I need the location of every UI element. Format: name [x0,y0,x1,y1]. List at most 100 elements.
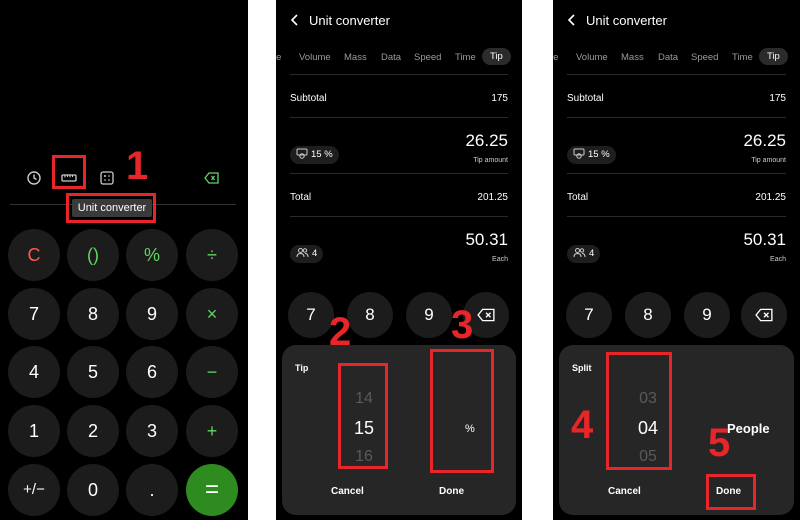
each-label: Each [770,256,786,263]
decimal-button[interactable]: . [126,464,178,516]
total-label: Total [290,192,312,203]
sheet-title: Tip [295,363,309,373]
calculator-icon[interactable] [99,170,115,186]
people-icon [573,248,586,258]
annotation-number: 1 [126,144,149,188]
tip-percent-chip[interactable]: 15 % [290,146,339,164]
key-0[interactable]: 0 [67,464,119,516]
backspace-icon [755,308,773,322]
split-picker-sheet: Split 03 04 05 People Cancel Done [559,345,794,515]
divider [290,173,508,174]
tab-volume[interactable]: Volume [576,52,608,63]
split-converter-screen: Unit converter re Volume Mass Data Speed… [553,0,800,520]
annotation-box-done [706,474,756,510]
people-unit-label: People [727,421,770,436]
key-8[interactable]: 8 [625,292,671,338]
divider [567,216,786,217]
sign-toggle-button[interactable]: +/− [8,464,60,516]
plus-button[interactable]: + [186,405,238,457]
back-arrow-icon[interactable] [567,14,577,26]
backspace-icon[interactable] [204,170,220,186]
history-icon[interactable] [26,170,42,186]
tab-mass[interactable]: Mass [344,52,367,63]
each-amount-value: 50.31 [465,230,508,249]
category-tabs: re Volume Mass Data Speed Time Tip [276,48,522,66]
key-4[interactable]: 4 [8,346,60,398]
key-7[interactable]: 7 [8,288,60,340]
tab-volume[interactable]: Volume [299,52,331,63]
key-7[interactable]: 7 [566,292,612,338]
key-8[interactable]: 8 [347,292,393,338]
split-people-chip[interactable]: 4 [567,245,601,263]
page-title: Unit converter [309,13,390,28]
key-9[interactable]: 9 [406,292,452,338]
split-people-chip[interactable]: 4 [290,245,324,263]
tip-icon [296,148,308,159]
annotation-box-tooltip [66,193,156,223]
key-1[interactable]: 1 [8,405,60,457]
backspace-key[interactable] [741,292,787,338]
divider [290,216,508,217]
divider [567,74,786,75]
tab-area[interactable]: re [553,52,558,63]
cancel-button[interactable]: Cancel [608,486,641,497]
divider [290,117,508,118]
annotation-box-unit [430,349,494,473]
subtotal-label: Subtotal [567,93,604,104]
done-button[interactable]: Done [439,486,464,497]
tip-amount-label: Tip amount [751,157,786,164]
back-arrow-icon[interactable] [290,14,300,26]
tab-mass[interactable]: Mass [621,52,644,63]
multiply-button[interactable]: × [186,288,238,340]
key-9[interactable]: 9 [126,288,178,340]
divider [567,117,786,118]
divide-button[interactable]: ÷ [186,229,238,281]
tip-percent-chip[interactable]: 15 % [567,146,616,164]
each-amount-value: 50.31 [743,230,786,249]
tab-data[interactable]: Data [658,52,678,63]
cancel-button[interactable]: Cancel [331,486,364,497]
tab-speed[interactable]: Speed [691,52,718,63]
equals-button[interactable]: = [186,464,238,516]
tab-speed[interactable]: Speed [414,52,441,63]
annotation-number: 4 [571,403,594,447]
annotation-number: 5 [708,421,731,465]
key-6[interactable]: 6 [126,346,178,398]
key-9[interactable]: 9 [684,292,730,338]
key-3[interactable]: 3 [126,405,178,457]
subtotal-label: Subtotal [290,93,327,104]
key-2[interactable]: 2 [67,405,119,457]
total-value: 201.25 [755,192,786,203]
annotation-box-picker [606,352,672,470]
annotation-number: 3 [451,303,474,347]
divider [290,74,508,75]
clear-button[interactable]: C [8,229,60,281]
subtotal-value[interactable]: 175 [769,93,786,104]
tip-icon [573,148,585,159]
people-count: 4 [589,248,595,259]
page-title: Unit converter [586,13,667,28]
key-7[interactable]: 7 [288,292,334,338]
tip-percent-value: 15 % [311,149,333,160]
percent-button[interactable]: % [126,229,178,281]
tab-tip[interactable]: Tip [482,48,511,65]
tab-area[interactable]: re [276,52,281,63]
calculator-screen: Unit converter C () % ÷ 7 8 9 × 4 5 6 − … [0,0,248,520]
tab-tip[interactable]: Tip [759,48,788,65]
total-value: 201.25 [477,192,508,203]
backspace-icon [477,308,495,322]
each-label: Each [492,256,508,263]
people-icon [296,248,309,258]
tab-data[interactable]: Data [381,52,401,63]
category-tabs: re Volume Mass Data Speed Time Tip [553,48,800,66]
parens-button[interactable]: () [67,229,119,281]
tab-time[interactable]: Time [732,52,753,63]
key-5[interactable]: 5 [67,346,119,398]
annotation-box-picker [338,363,388,469]
key-8[interactable]: 8 [67,288,119,340]
tab-time[interactable]: Time [455,52,476,63]
subtotal-value[interactable]: 175 [491,93,508,104]
minus-button[interactable]: − [186,346,238,398]
total-label: Total [567,192,589,203]
tip-percent-value: 15 % [588,149,610,160]
